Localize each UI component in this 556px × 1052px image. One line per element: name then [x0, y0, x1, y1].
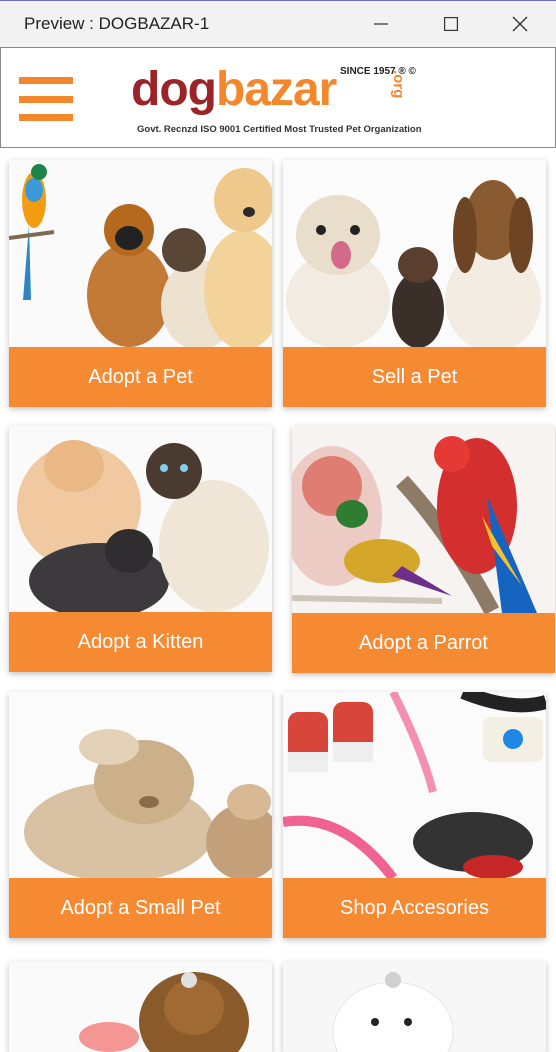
shop-accessories-label: Shop Accesories	[283, 878, 546, 938]
adopt-small-pet-image	[9, 692, 272, 878]
minimize-button[interactable]	[358, 1, 404, 47]
pet-care-image	[283, 962, 546, 1052]
pet-care-card[interactable]	[283, 962, 546, 1052]
adopt-parrot-label: Adopt a Parrot	[292, 613, 555, 673]
logo-dog: dog	[131, 63, 217, 116]
window-title: Preview : DOGBAZAR-1	[24, 14, 210, 33]
close-icon	[512, 16, 528, 32]
adopt-pet-card[interactable]: Adopt a Pet	[9, 160, 272, 407]
close-button[interactable]	[497, 1, 543, 47]
shop-accessories-card[interactable]: Shop Accesories	[283, 692, 546, 938]
menu-icon[interactable]	[19, 77, 73, 121]
grooming-card[interactable]	[9, 962, 272, 1052]
sell-pet-image	[283, 160, 546, 347]
adopt-pet-label: Adopt a Pet	[9, 347, 272, 407]
grooming-image	[9, 962, 272, 1052]
logo-bazar: bazar	[215, 63, 337, 116]
window-titlebar: Preview : DOGBAZAR-1	[0, 0, 556, 47]
sell-pet-label: Sell a Pet	[283, 347, 546, 407]
logo-since: SINCE 1957 ® ©	[340, 66, 416, 77]
dogbazar-logo[interactable]: dogbazar .org SINCE 1957 ® © Govt. Recnz…	[131, 62, 431, 142]
adopt-small-pet-label: Adopt a Small Pet	[9, 878, 272, 938]
adopt-kitten-label: Adopt a Kitten	[9, 612, 272, 672]
adopt-parrot-image	[292, 426, 555, 613]
logo-wordmark: dogbazar	[131, 62, 337, 118]
shop-accessories-image	[283, 692, 546, 878]
adopt-kitten-card[interactable]: Adopt a Kitten	[9, 426, 272, 672]
minimize-icon	[374, 23, 388, 25]
adopt-parrot-card[interactable]: Adopt a Parrot	[292, 426, 555, 673]
adopt-pet-image	[9, 160, 272, 347]
sell-pet-card[interactable]: Sell a Pet	[283, 160, 546, 407]
adopt-small-pet-card[interactable]: Adopt a Small Pet	[9, 692, 272, 938]
logo-tagline: Govt. Recnzd ISO 9001 Certified Most Tru…	[137, 124, 422, 135]
app-header: dogbazar .org SINCE 1957 ® © Govt. Recnz…	[0, 47, 556, 148]
maximize-icon	[444, 17, 458, 31]
adopt-kitten-image	[9, 426, 272, 612]
maximize-button[interactable]	[428, 1, 474, 47]
